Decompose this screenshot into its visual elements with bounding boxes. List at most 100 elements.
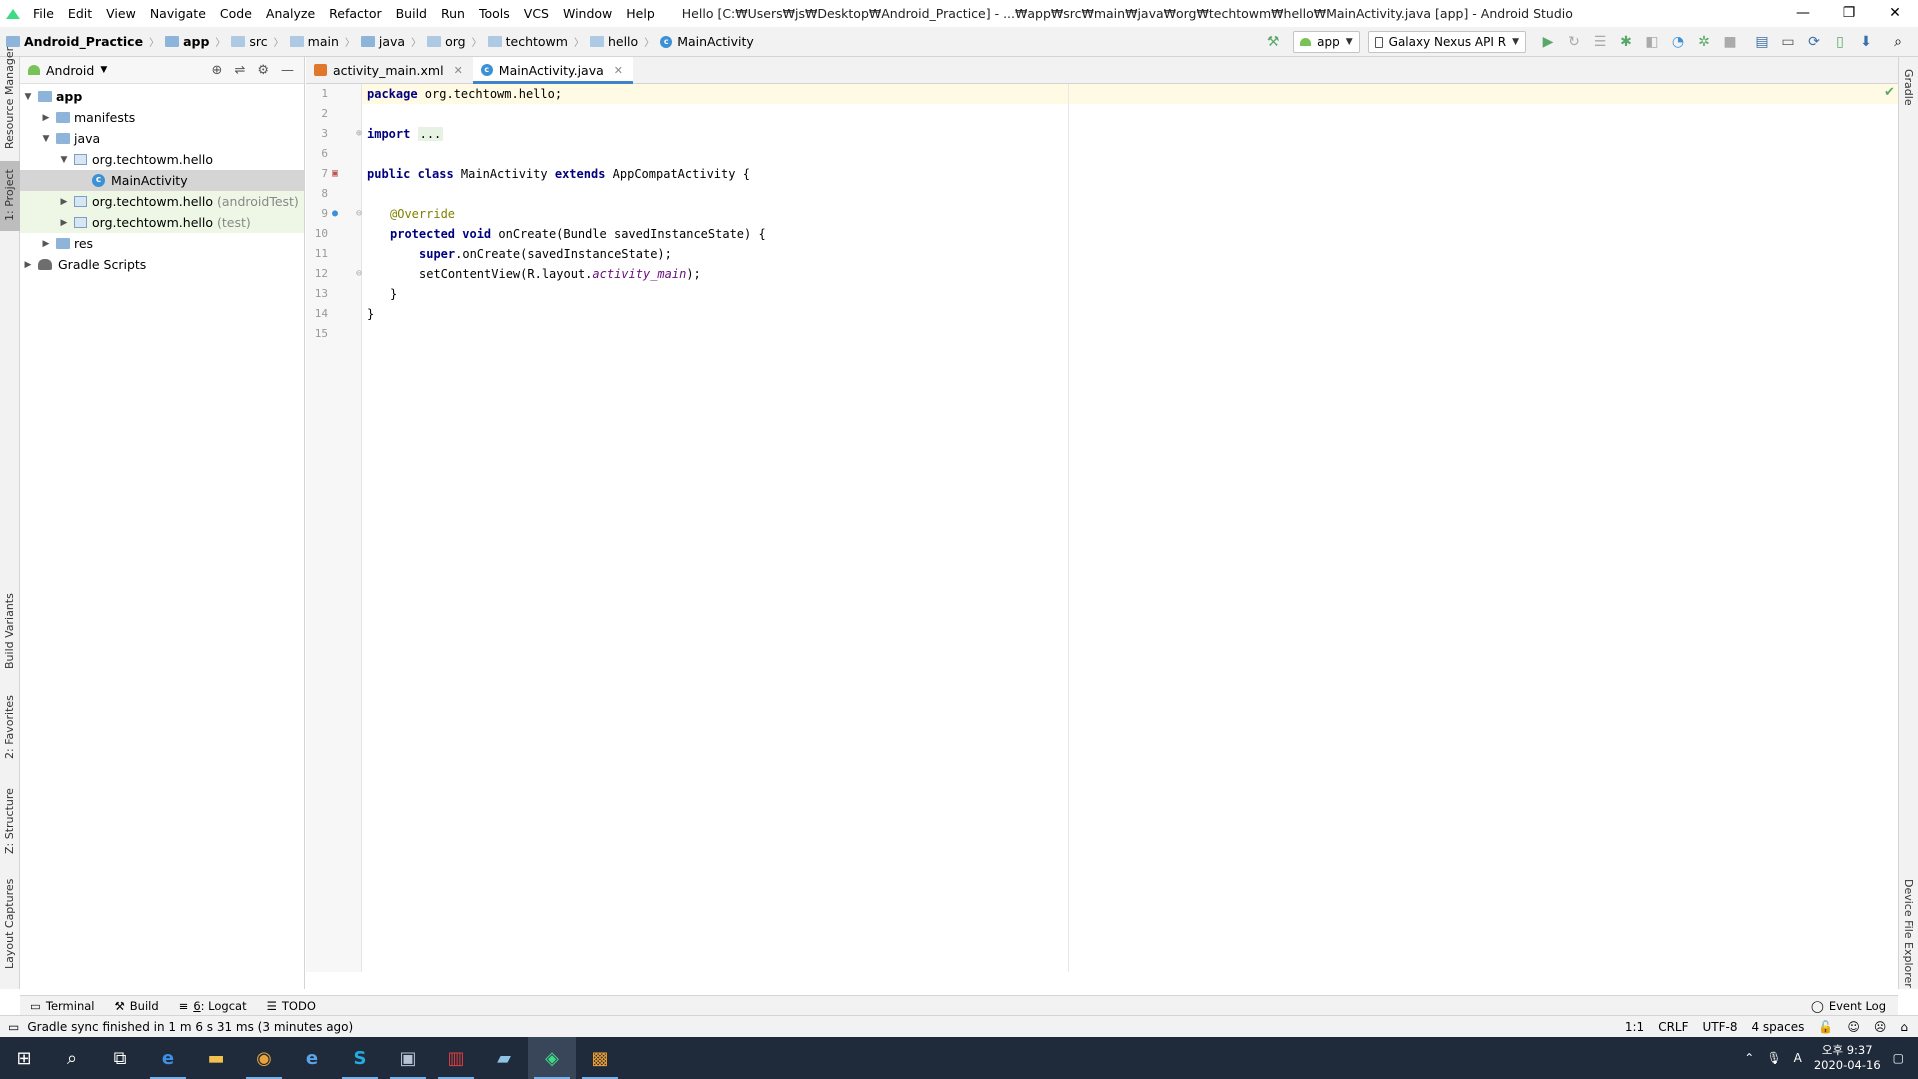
expanded-icon[interactable]: ▼ xyxy=(22,92,34,102)
sad-face-icon[interactable]: ☹ xyxy=(1874,1020,1887,1034)
layout-inspector-icon[interactable]: ▭ xyxy=(1776,31,1800,53)
override-gutter-icon[interactable]: ● xyxy=(332,208,338,219)
task-view-icon[interactable]: ⧉ xyxy=(96,1037,144,1079)
project-structure-icon[interactable]: ▤ xyxy=(1750,31,1774,53)
tree-item-java[interactable]: ▼ java xyxy=(20,128,304,149)
collapsed-icon[interactable]: ▶ xyxy=(40,239,52,249)
tab-layout-captures[interactable]: Layout Captures xyxy=(0,877,20,977)
menu-build[interactable]: Build xyxy=(389,0,434,27)
menu-code[interactable]: Code xyxy=(213,0,259,27)
breadcrumb-java[interactable]: java xyxy=(379,34,405,49)
collapsed-icon[interactable]: ▶ xyxy=(40,113,52,123)
breadcrumb-mainactivity[interactable]: MainActivity xyxy=(677,34,754,49)
menu-run[interactable]: Run xyxy=(434,0,472,27)
apply-changes-icon[interactable]: ↻ xyxy=(1562,31,1586,53)
indent-setting[interactable]: 4 spaces xyxy=(1751,1020,1804,1034)
tab-todo[interactable]: ☰ TODO xyxy=(257,999,326,1013)
orange-app-icon[interactable]: ▩ xyxy=(576,1037,624,1079)
expanded-icon[interactable]: ▼ xyxy=(58,155,70,165)
memory-indicator-icon[interactable]: ⌂ xyxy=(1900,1020,1908,1034)
collapsed-icon[interactable]: ▶ xyxy=(58,197,70,207)
folded-imports[interactable]: ... xyxy=(417,127,444,141)
make-project-hammer-icon[interactable]: ⚒ xyxy=(1261,31,1285,53)
gear-icon[interactable]: ⚙ xyxy=(257,63,269,78)
tab-activity-main-xml[interactable]: activity_main.xml ✕ xyxy=(306,57,473,83)
menu-window[interactable]: Window xyxy=(556,0,619,27)
tab-project[interactable]: 1: Project xyxy=(0,161,20,231)
menu-vcs[interactable]: VCS xyxy=(517,0,556,27)
caret-position[interactable]: 1:1 xyxy=(1625,1020,1644,1034)
collapsed-icon[interactable]: ▶ xyxy=(22,260,34,270)
tab-device-file-explorer[interactable]: Device File Explorer xyxy=(1899,869,1918,988)
search-icon[interactable]: ⌕ xyxy=(1886,31,1910,53)
tree-item-package[interactable]: ▼ org.techtowm.hello xyxy=(20,149,304,170)
close-icon[interactable]: ✕ xyxy=(1872,0,1918,27)
menu-navigate[interactable]: Navigate xyxy=(143,0,213,27)
tab-gradle[interactable]: Gradle xyxy=(1899,61,1918,121)
notepad-icon[interactable]: ▰ xyxy=(480,1037,528,1079)
tree-item-manifests[interactable]: ▶ manifests xyxy=(20,107,304,128)
microphone-icon[interactable]: 🎙 xyxy=(1766,1051,1781,1065)
red-app-icon[interactable]: ▥ xyxy=(432,1037,480,1079)
start-windows-icon[interactable]: ⊞ xyxy=(0,1037,48,1079)
avd-manager-icon[interactable]: ▯ xyxy=(1828,31,1852,53)
menu-help[interactable]: Help xyxy=(619,0,662,27)
chrome-icon[interactable]: ◉ xyxy=(240,1037,288,1079)
app-window-icon[interactable]: ▣ xyxy=(384,1037,432,1079)
breadcrumb-hello[interactable]: hello xyxy=(608,34,638,49)
tree-item-gradle-scripts[interactable]: ▶ Gradle Scripts xyxy=(20,254,304,275)
breadcrumb-app[interactable]: app xyxy=(183,34,209,49)
tab-build-variants[interactable]: Build Variants xyxy=(0,577,20,677)
status-message[interactable]: Gradle sync finished in 1 m 6 s 31 ms (3… xyxy=(27,1020,353,1034)
apply-code-changes-icon[interactable]: ☰ xyxy=(1588,31,1612,53)
chevron-up-icon[interactable]: ⌃ xyxy=(1744,1051,1754,1065)
coverage-icon[interactable]: ◧ xyxy=(1640,31,1664,53)
run-class-gutter-icon[interactable]: ▣ xyxy=(332,168,338,179)
breadcrumb-project[interactable]: Android_Practice xyxy=(24,34,143,49)
menu-tools[interactable]: Tools xyxy=(472,0,517,27)
tab-build[interactable]: ⚒ Build xyxy=(104,999,168,1013)
stop-icon[interactable]: ■ xyxy=(1718,31,1742,53)
tab-mainactivity-java[interactable]: c MainActivity.java ✕ xyxy=(472,57,634,84)
run-config-select[interactable]: app ▼ xyxy=(1293,31,1360,53)
tree-item-res[interactable]: ▶ res xyxy=(20,233,304,254)
restore-icon[interactable]: ❐ xyxy=(1826,0,1872,27)
tab-resource-manager[interactable]: Resource Manager xyxy=(0,47,20,157)
collapse-all-icon[interactable]: ⇌ xyxy=(234,63,245,78)
line-separator[interactable]: CRLF xyxy=(1658,1020,1688,1034)
ime-indicator[interactable]: A xyxy=(1794,1051,1802,1065)
menu-refactor[interactable]: Refactor xyxy=(322,0,388,27)
menu-edit[interactable]: Edit xyxy=(61,0,99,27)
chevron-down-icon[interactable]: ▼ xyxy=(100,65,107,75)
menu-file[interactable]: File xyxy=(26,0,61,27)
tree-item-package-androidtest[interactable]: ▶ org.techtowm.hello (androidTest) xyxy=(20,191,304,212)
file-encoding[interactable]: UTF-8 xyxy=(1703,1020,1738,1034)
tree-item-package-test[interactable]: ▶ org.techtowm.hello (test) xyxy=(20,212,304,233)
notification-icon[interactable]: ▢ xyxy=(1893,1051,1904,1065)
debug-icon[interactable]: ✱ xyxy=(1614,31,1638,53)
edge-browser-icon[interactable]: e xyxy=(144,1037,192,1079)
tab-structure[interactable]: Z: Structure xyxy=(0,782,20,862)
breadcrumb-main[interactable]: main xyxy=(308,34,339,49)
minimize-icon[interactable]: — xyxy=(1780,0,1826,27)
breadcrumb-org[interactable]: org xyxy=(445,34,466,49)
happy-face-icon[interactable]: ☺ xyxy=(1847,1020,1860,1034)
search-icon[interactable]: ⌕ xyxy=(48,1037,96,1079)
skype-icon[interactable]: S xyxy=(336,1037,384,1079)
file-explorer-icon[interactable]: ▬ xyxy=(192,1037,240,1079)
breadcrumb-techtowm[interactable]: techtowm xyxy=(506,34,568,49)
menu-view[interactable]: View xyxy=(99,0,143,27)
profile-icon[interactable]: ◔ xyxy=(1666,31,1690,53)
breadcrumb-src[interactable]: src xyxy=(249,34,267,49)
expanded-icon[interactable]: ▼ xyxy=(40,134,52,144)
toggle-tool-windows-icon[interactable]: ▭ xyxy=(8,1020,19,1034)
lock-icon[interactable]: 🔓 xyxy=(1818,1020,1833,1034)
menu-analyze[interactable]: Analyze xyxy=(259,0,322,27)
no-problems-check-icon[interactable]: ✔ xyxy=(1884,85,1895,100)
locate-target-icon[interactable]: ⊕ xyxy=(212,63,223,78)
tab-logcat[interactable]: ≡ 6: Logcat xyxy=(169,999,257,1013)
close-tab-icon[interactable]: ✕ xyxy=(614,64,623,77)
project-view-select[interactable]: Android xyxy=(46,63,94,78)
tab-event-log[interactable]: ◯ Event Log xyxy=(1811,996,1886,1016)
sync-gradle-icon[interactable]: ⟳ xyxy=(1802,31,1826,53)
